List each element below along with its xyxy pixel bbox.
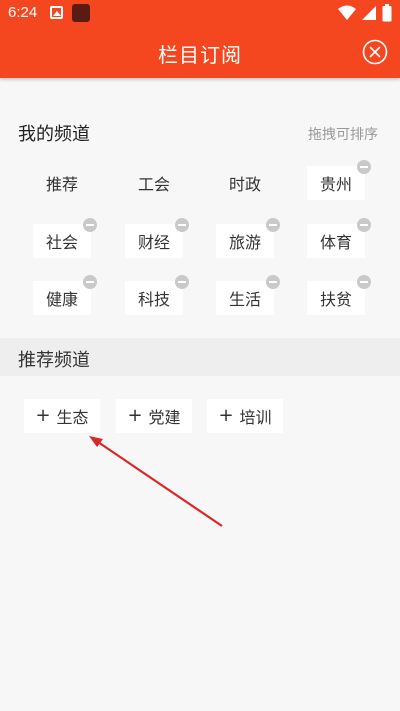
channel-label: 生活 bbox=[228, 290, 261, 309]
app-notification-icon bbox=[72, 4, 90, 22]
channel-chip[interactable]: 时政 bbox=[216, 166, 274, 200]
channel-label: 财经 bbox=[137, 233, 170, 252]
remove-channel-icon[interactable] bbox=[175, 275, 189, 289]
plus-icon: + bbox=[218, 405, 234, 426]
remove-channel-icon[interactable] bbox=[357, 275, 371, 289]
remove-channel-icon[interactable] bbox=[357, 218, 371, 232]
top-app-bar: 栏目订阅 bbox=[0, 26, 400, 78]
channel-chip[interactable]: 扶贫 bbox=[307, 275, 371, 315]
status-time: 6:24 bbox=[8, 4, 38, 21]
remove-channel-icon[interactable] bbox=[266, 218, 280, 232]
channel-label: 生态 bbox=[56, 408, 89, 427]
channel-chip[interactable]: 旅游 bbox=[216, 218, 280, 258]
channel-chip[interactable]: 健康 bbox=[33, 275, 97, 315]
plus-icon: + bbox=[35, 405, 51, 426]
add-channel-chip[interactable]: + 培训 bbox=[207, 399, 283, 433]
channel-label: 培训 bbox=[239, 408, 272, 427]
channel-chip[interactable]: 推荐 bbox=[33, 166, 91, 200]
plus-icon: + bbox=[127, 405, 143, 426]
channel-label: 扶贫 bbox=[319, 290, 352, 309]
channel-label: 时政 bbox=[228, 175, 261, 194]
channel-label: 旅游 bbox=[228, 233, 261, 252]
channel-chip[interactable]: 科技 bbox=[125, 275, 189, 315]
add-channel-chip[interactable]: + 党建 bbox=[116, 399, 192, 433]
close-button[interactable] bbox=[362, 39, 388, 65]
channel-label: 体育 bbox=[319, 233, 352, 252]
channel-chip[interactable]: 财经 bbox=[125, 218, 189, 258]
remove-channel-icon[interactable] bbox=[83, 218, 97, 232]
channel-label: 社会 bbox=[45, 233, 78, 252]
add-channel-chip[interactable]: + 生态 bbox=[24, 399, 100, 433]
recommended-section-bar: 推荐频道 bbox=[0, 338, 400, 376]
channel-label: 健康 bbox=[45, 290, 78, 309]
status-bar: 6:24 bbox=[0, 0, 400, 26]
channel-chip[interactable]: 工会 bbox=[125, 166, 183, 200]
signal-icon bbox=[362, 6, 376, 20]
remove-channel-icon[interactable] bbox=[266, 275, 280, 289]
recommended-channels-title: 推荐频道 bbox=[18, 350, 90, 371]
channel-label: 推荐 bbox=[45, 175, 78, 194]
channel-chip[interactable]: 生活 bbox=[216, 275, 280, 315]
my-channels-title: 我的频道 bbox=[18, 124, 90, 145]
remove-channel-icon[interactable] bbox=[357, 160, 371, 174]
page-title: 栏目订阅 bbox=[158, 43, 242, 67]
drag-sort-hint: 拖拽可排序 bbox=[308, 127, 378, 143]
battery-icon bbox=[382, 4, 392, 22]
channel-label: 党建 bbox=[148, 408, 181, 427]
wifi-icon bbox=[338, 5, 356, 20]
channel-chip[interactable]: 社会 bbox=[33, 218, 97, 258]
channel-chip[interactable]: 体育 bbox=[307, 218, 371, 258]
channel-chip[interactable]: 贵州 bbox=[307, 160, 371, 200]
channel-label: 工会 bbox=[137, 175, 170, 194]
channel-label: 贵州 bbox=[319, 175, 352, 194]
remove-channel-icon[interactable] bbox=[175, 218, 189, 232]
channel-label: 科技 bbox=[137, 290, 170, 309]
remove-channel-icon[interactable] bbox=[83, 275, 97, 289]
image-notification-icon bbox=[50, 6, 63, 19]
